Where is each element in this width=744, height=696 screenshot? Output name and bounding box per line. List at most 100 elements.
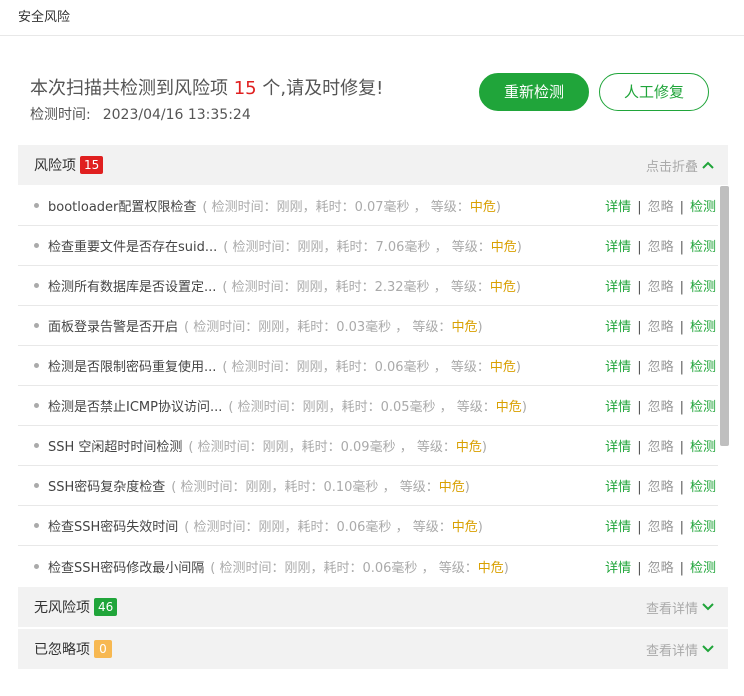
separator: | bbox=[679, 240, 684, 255]
risk-list-scrollbar[interactable] bbox=[720, 186, 729, 586]
detail-link[interactable]: 详情 bbox=[605, 520, 631, 535]
check-link[interactable]: 检测 bbox=[690, 320, 716, 335]
detail-link[interactable]: 详情 bbox=[605, 200, 631, 215]
risk-item-meta: ( 检测时间：刚刚，耗时：0.09毫秒 ， 等级：中危) bbox=[188, 436, 487, 455]
ignore-link[interactable]: 忽略 bbox=[648, 400, 674, 415]
separator: | bbox=[679, 480, 684, 495]
ignore-link[interactable]: 忽略 bbox=[648, 360, 674, 375]
scan-time: 检测时间: 2023/04/16 13:35:24 bbox=[30, 104, 383, 124]
ignored-view-toggle[interactable]: 查看详情 bbox=[646, 640, 714, 659]
risk-item-meta: ( 检测时间：刚刚，耗时：0.10毫秒 ， 等级：中危) bbox=[171, 476, 470, 495]
scan-time-label: 检测时间: bbox=[30, 107, 91, 123]
ignored-section-label: 已忽略项 bbox=[34, 642, 90, 658]
risk-item-name: 检查SSH密码修改最小间隔 bbox=[48, 560, 205, 576]
check-link[interactable]: 检测 bbox=[690, 480, 716, 495]
risk-item-meta-close: ) bbox=[495, 200, 501, 215]
separator: | bbox=[637, 360, 642, 375]
row-actions: 详情 | 忽略 | 检测 bbox=[605, 356, 716, 375]
risk-item-row: SSH密码复杂度检查 ( 检测时间：刚刚，耗时：0.10毫秒 ， 等级：中危) 详情… bbox=[18, 466, 718, 506]
risk-section-header[interactable]: 风险项 15 点击折叠 bbox=[18, 145, 728, 185]
ignore-link[interactable]: 忽略 bbox=[648, 440, 674, 455]
row-actions: 详情 | 忽略 | 检测 bbox=[605, 516, 716, 535]
separator: | bbox=[637, 560, 642, 576]
ignore-link[interactable]: 忽略 bbox=[648, 240, 674, 255]
risk-item-meta-text: ( 检测时间：刚刚，耗时：7.06毫秒 ， 等级： bbox=[223, 240, 491, 255]
risk-item-meta: ( 检测时间：刚刚，耗时：0.05毫秒 ， 等级：中危) bbox=[228, 396, 527, 415]
ignore-link[interactable]: 忽略 bbox=[648, 280, 674, 295]
risk-item-meta: ( 检测时间：刚刚，耗时：0.06毫秒 ， 等级：中危) bbox=[184, 516, 483, 535]
ignore-link[interactable]: 忽略 bbox=[648, 480, 674, 495]
risk-item-name: 检查SSH密码失效时间 bbox=[48, 520, 179, 535]
risk-item-meta: ( 检测时间：刚刚，耗时：2.32毫秒 ， 等级：中危) bbox=[222, 276, 521, 295]
detail-link[interactable]: 详情 bbox=[605, 480, 631, 495]
detail-link[interactable]: 详情 bbox=[605, 360, 631, 375]
risk-item-name: 检测是否禁止ICMP协议访问... bbox=[48, 400, 223, 415]
bullet-icon bbox=[34, 243, 39, 248]
check-link[interactable]: 检测 bbox=[690, 240, 716, 255]
ignored-section-header[interactable]: 已忽略项 0 查看详情 bbox=[18, 629, 728, 669]
summary-risk-count: 15 bbox=[233, 78, 257, 99]
detail-link[interactable]: 详情 bbox=[605, 320, 631, 335]
summary-headline: 本次扫描共检测到风险项 15 个,请及时修复! bbox=[30, 74, 383, 100]
risk-item-meta-close: ) bbox=[521, 400, 527, 415]
risk-item-meta-text: ( 检测时间：刚刚，耗时：0.05毫秒 ， 等级： bbox=[228, 400, 496, 415]
bullet-icon bbox=[34, 283, 39, 288]
check-link[interactable]: 检测 bbox=[690, 200, 716, 215]
detail-link[interactable]: 详情 bbox=[605, 240, 631, 255]
detail-link[interactable]: 详情 bbox=[605, 440, 631, 455]
bullet-icon bbox=[34, 443, 39, 448]
risk-item-meta-text: ( 检测时间：刚刚，耗时：0.07毫秒 ， 等级： bbox=[202, 200, 470, 215]
risk-item-meta: ( 检测时间：刚刚，耗时：7.06毫秒 ， 等级：中危) bbox=[223, 236, 522, 255]
risk-item-meta: ( 检测时间：刚刚，耗时：0.07毫秒 ， 等级：中危) bbox=[202, 196, 501, 215]
safe-section-header[interactable]: 无风险项 46 查看详情 bbox=[18, 587, 728, 627]
risk-item-meta-close: ) bbox=[477, 320, 483, 335]
scrollbar-thumb[interactable] bbox=[720, 186, 729, 446]
risk-item-name: 面板登录告警是否开启 bbox=[48, 320, 179, 335]
check-link[interactable]: 检测 bbox=[690, 400, 716, 415]
check-link[interactable]: 检测 bbox=[690, 360, 716, 375]
separator: | bbox=[637, 440, 642, 455]
risk-count-badge: 15 bbox=[80, 156, 104, 174]
risk-item-name: 检测所有数据库是否设置定... bbox=[48, 280, 217, 295]
risk-list: bootloader配置权限检查 ( 检测时间：刚刚，耗时：0.07毫秒 ， 等级… bbox=[18, 186, 718, 586]
separator: | bbox=[679, 560, 684, 576]
detail-link[interactable]: 详情 bbox=[605, 400, 631, 415]
ignore-link[interactable]: 忽略 bbox=[648, 320, 674, 335]
rescan-button[interactable]: 重新检测 bbox=[479, 73, 589, 111]
detail-link[interactable]: 详情 bbox=[605, 561, 631, 576]
risk-item-meta-close: ) bbox=[516, 240, 522, 255]
risk-level: 中危 bbox=[455, 440, 482, 455]
safe-view-toggle[interactable]: 查看详情 bbox=[646, 598, 714, 617]
risk-item-row: 检查SSH密码修改最小间隔 ( 检测时间：刚刚，耗时：0.06毫秒 ， 等级：中危… bbox=[18, 546, 718, 586]
chevron-down-icon bbox=[702, 603, 714, 611]
risk-level: 中危 bbox=[490, 240, 517, 255]
risk-level: 中危 bbox=[451, 320, 478, 335]
ignored-view-toggle-label: 查看详情 bbox=[645, 643, 698, 659]
ignore-link[interactable]: 忽略 bbox=[648, 561, 674, 576]
ignore-link[interactable]: 忽略 bbox=[648, 520, 674, 535]
manual-fix-button[interactable]: 人工修复 bbox=[599, 73, 709, 111]
risk-level: 中危 bbox=[477, 560, 504, 576]
row-actions: 详情 | 忽略 | 检测 bbox=[605, 276, 716, 295]
row-actions: 详情 | 忽略 | 检测 bbox=[605, 316, 716, 335]
risk-item-meta-text: ( 检测时间：刚刚，耗时：0.06毫秒 ， 等级： bbox=[222, 360, 490, 375]
check-link[interactable]: 检测 bbox=[690, 520, 716, 535]
collapse-toggle[interactable]: 点击折叠 bbox=[646, 156, 714, 175]
scan-time-value: 2023/04/16 13:35:24 bbox=[102, 107, 251, 123]
check-link[interactable]: 检测 bbox=[690, 280, 716, 295]
risk-item-meta-close: ) bbox=[503, 560, 509, 576]
risk-item-meta: ( 检测时间：刚刚，耗时：0.03毫秒 ， 等级：中危) bbox=[184, 316, 483, 335]
risk-item-row: SSH 空闲超时时间检测 ( 检测时间：刚刚，耗时：0.09毫秒 ， 等级：中危)… bbox=[18, 426, 718, 466]
risk-item-name: SSH 空闲超时时间检测 bbox=[48, 440, 183, 455]
check-link[interactable]: 检测 bbox=[690, 561, 716, 576]
separator: | bbox=[679, 360, 684, 375]
check-link[interactable]: 检测 bbox=[690, 440, 716, 455]
row-actions: 详情 | 忽略 | 检测 bbox=[605, 476, 716, 495]
separator: | bbox=[637, 320, 642, 335]
ignore-link[interactable]: 忽略 bbox=[648, 200, 674, 215]
risk-item-meta-text: ( 检测时间：刚刚，耗时：0.10毫秒 ， 等级： bbox=[171, 480, 439, 495]
separator: | bbox=[637, 200, 642, 215]
detail-link[interactable]: 详情 bbox=[605, 280, 631, 295]
safe-view-toggle-label: 查看详情 bbox=[645, 601, 698, 617]
risk-item-meta-text: ( 检测时间：刚刚，耗时：0.03毫秒 ， 等级： bbox=[184, 320, 452, 335]
